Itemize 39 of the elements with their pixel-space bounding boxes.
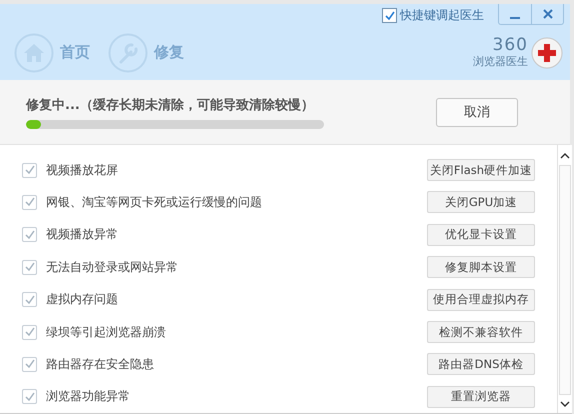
item-checkbox[interactable] [22,389,37,404]
hotkey-checkbox[interactable] [382,8,397,23]
item-label: 路由器存在安全隐患 [46,356,155,373]
nav-label: 首页 [60,43,90,62]
item-checkbox[interactable] [22,194,37,210]
scroll-up-icon[interactable] [559,150,571,161]
nav-label: 修复 [154,43,184,62]
logo-name: 浏览器医生 [473,54,528,69]
action-button[interactable]: 重置浏览器 [427,386,535,408]
item-checkbox[interactable] [22,292,37,308]
medical-cross-icon [530,36,564,70]
item-label: 网银、淘宝等网页卡死或运行缓慢的问题 [46,194,263,211]
minimize-icon [510,17,520,19]
item-label: 虚拟内存问题 [46,291,119,308]
action-button[interactable]: 检测不兼容软件 [427,321,535,344]
item-label: 绿坝等引起浏览器崩溃 [46,324,167,341]
close-icon [542,8,554,20]
item-label: 视频播放花屏 [46,162,119,179]
hotkey-label: 快捷键调起医生 [400,7,484,24]
scrollbar[interactable] [557,144,572,413]
action-button[interactable]: 路由器DNS体检 [427,353,535,376]
cancel-button[interactable]: 取消 [436,98,518,127]
scroll-down-icon[interactable] [559,399,571,409]
logo-number: 360 [492,36,528,54]
item-checkbox[interactable] [22,324,37,340]
progress-message: 修复中...（缓存长期未清除，可能导致清除较慢） [26,96,315,114]
action-button[interactable]: 关闭Flash硬件加速 [427,159,535,182]
action-button[interactable]: 关闭GPU加速 [427,191,535,214]
scroll-thumb[interactable] [559,164,571,395]
action-button[interactable]: 修复脚本设置 [427,256,535,278]
item-label: 无法自动登录或网站异常 [46,258,179,276]
item-label: 视频播放异常 [46,226,119,244]
item-checkbox[interactable] [22,260,37,275]
item-checkbox[interactable] [22,227,37,242]
item-label: 浏览器功能异常 [46,388,131,406]
action-button[interactable]: 使用合理虚拟内存 [427,288,535,311]
item-checkbox[interactable] [22,356,37,372]
item-checkbox[interactable] [22,162,37,178]
action-button[interactable]: 优化显卡设置 [427,224,535,246]
